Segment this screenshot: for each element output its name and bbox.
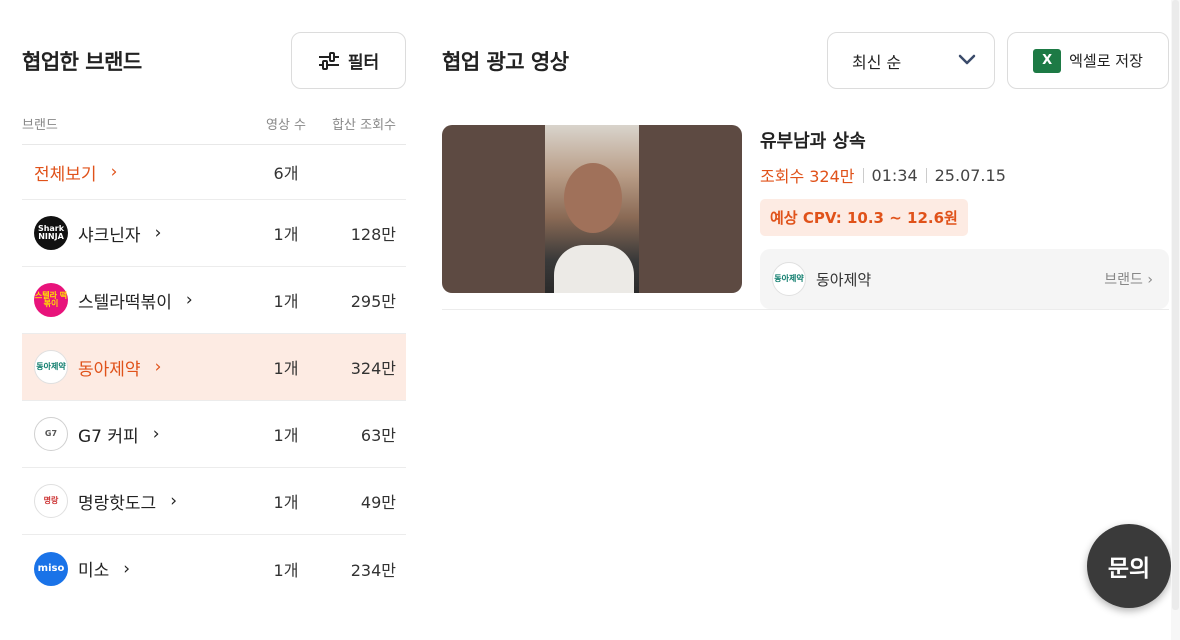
video-views: 조회수 324만 xyxy=(760,167,855,186)
total-views: 128만 xyxy=(350,225,396,244)
header-brand: 브랜드 xyxy=(22,118,58,133)
brand-cell: 전체보기 › xyxy=(22,160,246,185)
brand-table-header: 브랜드 영상 수 합산 조회수 xyxy=(22,103,406,145)
brand-cell: 동아제약 동아제약 › xyxy=(22,350,246,384)
video-brand-name: 동아제약 xyxy=(816,270,872,289)
video-panel-title: 협업 광고 영상 xyxy=(442,49,569,74)
header-views: 합산 조회수 xyxy=(332,118,396,133)
excel-export-button[interactable]: X 엑셀로 저장 xyxy=(1007,32,1169,89)
chevron-right-icon: › xyxy=(152,424,160,444)
video-date: 25.07.15 xyxy=(934,165,1006,185)
excel-icon: X xyxy=(1033,48,1062,73)
header-count: 영상 수 xyxy=(265,118,306,133)
brand-name: 전체보기 xyxy=(34,164,97,185)
page-scrollbar[interactable] xyxy=(1171,0,1180,640)
video-thumbnail[interactable] xyxy=(442,125,742,293)
brand-row-donga[interactable]: 동아제약 동아제약 › 1개 324만 xyxy=(22,334,406,401)
brand-panel-header: 협업한 브랜드 필터 xyxy=(22,32,406,89)
filter-icon xyxy=(318,51,340,70)
brand-panel-title: 협업한 브랜드 xyxy=(22,49,142,74)
brand-logo: G7 xyxy=(34,417,68,451)
thumbnail-shirt xyxy=(554,245,634,293)
cpv-badge: 예상 CPV: 10.3 ~ 12.6원 xyxy=(760,199,968,236)
brand-cell: miso 미소 › xyxy=(22,551,246,586)
brand-name: 동아제약 xyxy=(78,359,141,380)
chevron-right-icon: › xyxy=(110,162,118,182)
video-title[interactable]: 유부남과 상속 xyxy=(760,127,1169,153)
video-count: 1개 xyxy=(273,292,299,311)
thumbnail-person xyxy=(564,163,622,233)
chevron-right-icon: › xyxy=(185,290,193,310)
brand-link-label: 브랜드 xyxy=(1104,272,1143,288)
total-views: 295만 xyxy=(350,292,396,311)
brand-cell: 명랑 명랑핫도그 › xyxy=(22,484,246,518)
excel-export-label: 엑셀로 저장 xyxy=(1069,52,1143,70)
total-views: 49만 xyxy=(360,493,396,512)
chevron-right-icon: › xyxy=(1147,272,1153,288)
inquiry-button[interactable]: 문의 xyxy=(1087,524,1171,608)
total-views: 324만 xyxy=(350,359,396,378)
brand-logo: 명랑 xyxy=(34,484,68,518)
video-info: 유부남과 상속 조회수 324만 01:34 25.07.15 예상 CPV: … xyxy=(760,125,1169,309)
brand-logo: 스텔라 떡볶이 xyxy=(34,283,68,317)
brand-row-sharkninja[interactable]: Shark NINJA 샤크닌자 › 1개 128만 xyxy=(22,200,406,267)
brand-row-stella[interactable]: 스텔라 떡볶이 스텔라떡볶이 › 1개 295만 xyxy=(22,267,406,334)
brand-row-myungrang[interactable]: 명랑 명랑핫도그 › 1개 49만 xyxy=(22,468,406,535)
brand-logo: 동아제약 xyxy=(772,262,806,296)
chevron-right-icon: › xyxy=(170,491,178,511)
video-meta: 조회수 324만 01:34 25.07.15 xyxy=(760,163,1169,187)
brand-cell: G7 G7 커피 › xyxy=(22,417,246,451)
video-panel-header: 협업 광고 영상 최신 순 X 엑셀로 저장 xyxy=(442,32,1169,89)
brand-logo: miso xyxy=(34,551,68,586)
brand-logo: Shark NINJA xyxy=(34,216,68,250)
brand-row-miso[interactable]: miso 미소 › 1개 234만 xyxy=(22,535,406,602)
video-count: 6개 xyxy=(273,164,299,183)
brand-name: 샤크닌자 xyxy=(78,225,141,246)
chevron-down-icon xyxy=(958,51,976,70)
video-count: 1개 xyxy=(273,493,299,512)
brand-link[interactable]: 브랜드 › xyxy=(1104,269,1153,289)
meta-divider xyxy=(925,167,927,183)
brand-row-all[interactable]: 전체보기 › 6개 xyxy=(22,145,406,200)
video-count: 1개 xyxy=(273,225,299,244)
video-panel: 협업 광고 영상 최신 순 X 엑셀로 저장 유부남과 상속 조회수 324만 … xyxy=(442,32,1169,310)
sort-dropdown[interactable]: 최신 순 xyxy=(827,32,995,89)
video-count: 1개 xyxy=(273,560,299,580)
filter-label: 필터 xyxy=(347,53,380,73)
meta-divider xyxy=(862,167,864,183)
scrollbar-thumb[interactable] xyxy=(1172,0,1179,610)
brand-name: 스텔라떡볶이 xyxy=(78,292,172,313)
video-card: 유부남과 상속 조회수 324만 01:34 25.07.15 예상 CPV: … xyxy=(442,125,1169,310)
video-brand-chip[interactable]: 동아제약 동아제약 브랜드 › xyxy=(760,249,1169,309)
total-views: 234만 xyxy=(350,560,396,580)
filter-button[interactable]: 필터 xyxy=(291,32,406,89)
video-count: 1개 xyxy=(273,359,299,378)
chevron-right-icon: › xyxy=(123,558,131,579)
video-count: 1개 xyxy=(273,426,299,445)
brand-name: G7 커피 xyxy=(78,426,139,447)
brand-logo: 동아제약 xyxy=(34,350,68,384)
video-duration: 01:34 xyxy=(871,165,918,185)
brand-name: 명랑핫도그 xyxy=(78,493,157,514)
chevron-right-icon: › xyxy=(154,357,162,377)
brand-row-g7[interactable]: G7 G7 커피 › 1개 63만 xyxy=(22,401,406,468)
chevron-right-icon: › xyxy=(154,223,162,243)
total-views: 63만 xyxy=(360,426,396,445)
brand-cell: Shark NINJA 샤크닌자 › xyxy=(22,216,246,250)
brand-panel: 협업한 브랜드 필터 브랜드 영상 수 합산 조회수 전체보기 › 6개 Sha… xyxy=(22,32,406,602)
sort-value: 최신 순 xyxy=(852,52,902,72)
brand-cell: 스텔라 떡볶이 스텔라떡볶이 › xyxy=(22,283,246,317)
brand-name: 미소 xyxy=(78,561,110,581)
